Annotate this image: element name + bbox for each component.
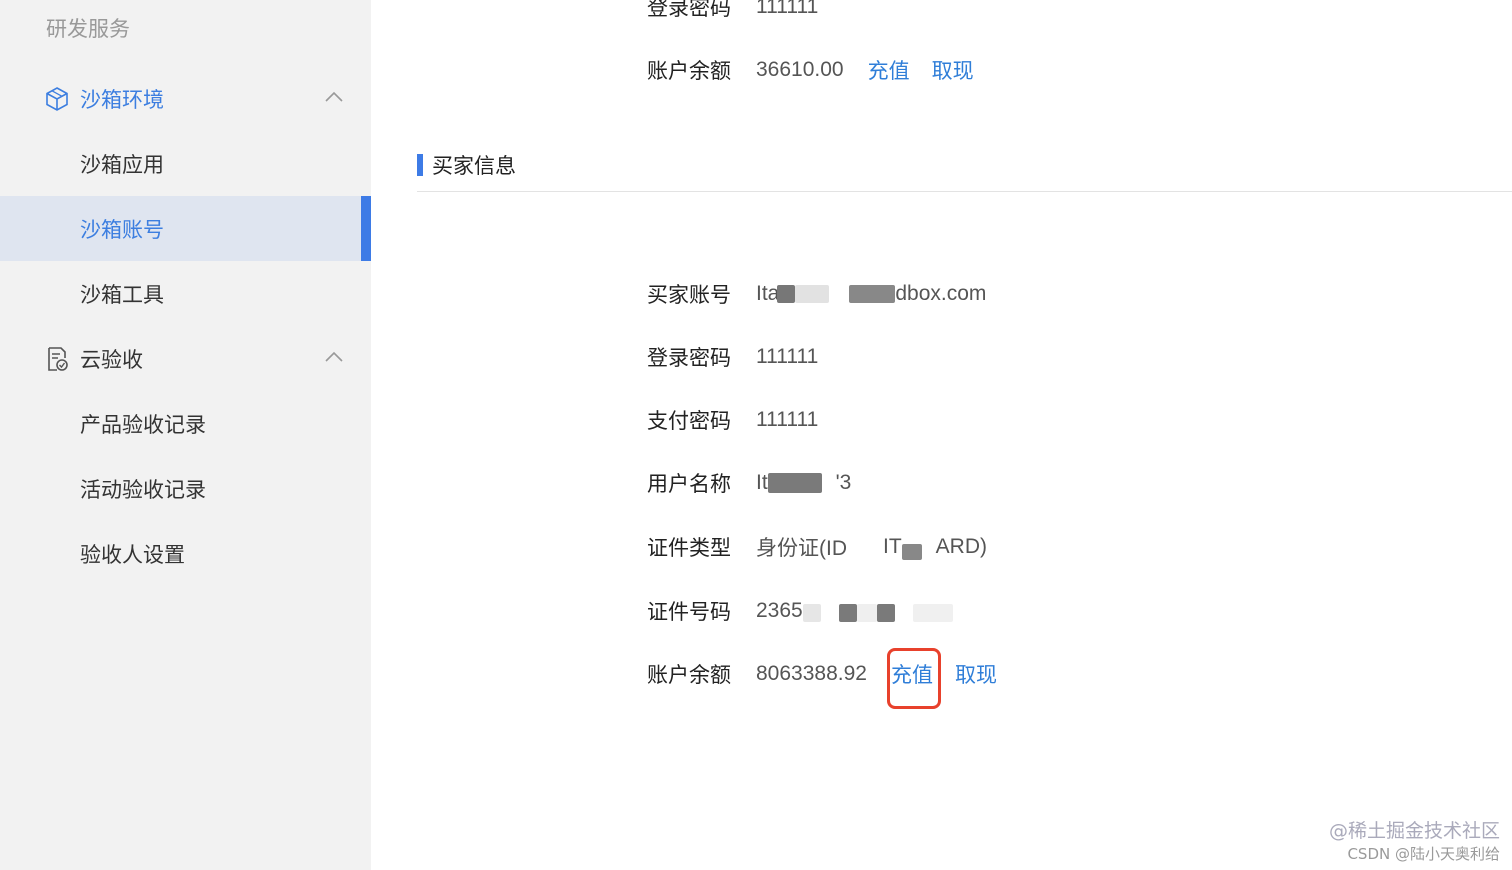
sidebar-item-label: 沙箱账号 (80, 217, 164, 242)
redacted-gap (894, 602, 913, 620)
sidebar-group-label: 云验收 (80, 347, 143, 372)
sidebar-item-acceptor-settings[interactable]: 验收人设置 (0, 521, 371, 586)
seller-login-password-row: 登录密码 111111 (647, 0, 818, 27)
field-value-end: dbox.com (895, 282, 987, 305)
field-label: 账户余额 (647, 663, 731, 687)
sidebar-item-sandbox-accounts[interactable]: 沙箱账号 (0, 196, 371, 261)
redacted-block (802, 604, 821, 622)
sidebar-section-title: 研发服务 (46, 17, 130, 41)
field-value-mid: IT (883, 535, 902, 558)
redacted-block (876, 604, 895, 622)
redacted-gap (921, 537, 936, 557)
field-label: 支付密码 (647, 409, 731, 433)
seller-balance-row: 账户余额 36610.00 充值 取现 (647, 50, 974, 90)
chevron-up-icon[interactable] (325, 91, 343, 103)
redacted-block (901, 544, 922, 560)
buyer-account-row: 买家账号 Ita dbox.com (647, 274, 986, 314)
redacted-gap (829, 285, 850, 303)
field-value: 111111 (756, 0, 819, 18)
watermark-line2: CSDN @陆小天奥利给 (1347, 845, 1500, 863)
redacted-gap (821, 473, 836, 493)
field-value-start: It (756, 471, 768, 494)
sidebar-group-label: 沙箱环境 (80, 87, 164, 112)
watermark: @稀土掘金技术社区 CSDN @陆小天奥利给 (1329, 816, 1500, 864)
field-value-start: Ita (756, 282, 780, 305)
buyer-id-type-row: 证件类型 身份证(ID IT ARD) (647, 527, 987, 567)
field-value-start: 2365 (756, 599, 803, 622)
cube-icon (46, 87, 68, 111)
seller-recharge-link[interactable]: 充值 (868, 55, 910, 85)
field-label: 用户名称 (647, 472, 731, 496)
sidebar-group-cloud-acceptance[interactable]: 云验收 (0, 326, 371, 391)
field-label: 买家账号 (647, 283, 731, 307)
field-value: 111111 (756, 408, 819, 431)
redacted-block (767, 473, 822, 493)
buyer-login-password-row: 登录密码 111111 (647, 337, 818, 377)
sidebar: 研发服务 沙箱环境 沙箱应用 沙箱账号 沙箱工具 云验收 产品验收记录 活动验收… (0, 0, 371, 870)
sidebar-item-label: 产品验收记录 (80, 412, 206, 437)
buyer-username-row: 用户名称 It '3 (647, 463, 851, 503)
field-value: 36610.00 (756, 58, 844, 81)
field-label: 账户余额 (647, 59, 731, 83)
field-value-end: '3 (835, 471, 852, 494)
sidebar-item-label: 沙箱应用 (80, 152, 164, 177)
field-value: 8063388.92 (756, 662, 867, 685)
sidebar-item-activity-acceptance[interactable]: 活动验收记录 (0, 456, 371, 521)
sidebar-group-sandbox[interactable]: 沙箱环境 (0, 66, 371, 131)
highlight-box (887, 648, 941, 709)
section-marker (417, 154, 423, 176)
field-label: 证件类型 (647, 536, 731, 560)
field-label: 登录密码 (647, 0, 731, 20)
sidebar-item-label: 验收人设置 (80, 542, 185, 567)
redacted-block (856, 604, 877, 622)
active-indicator (361, 196, 371, 261)
field-value: 111111 (756, 345, 819, 368)
sidebar-item-sandbox-apps[interactable]: 沙箱应用 (0, 131, 371, 196)
redacted-block (912, 604, 953, 622)
section-title: 买家信息 (432, 154, 516, 178)
main-content: 登录密码 111111 账户余额 36610.00 充值 取现 买家信息 买家账… (371, 0, 1512, 870)
field-value-end: ARD) (935, 535, 988, 558)
seller-withdraw-link[interactable]: 取现 (932, 55, 974, 85)
redacted-block (838, 604, 857, 622)
section-divider (417, 191, 1512, 192)
sidebar-item-product-acceptance[interactable]: 产品验收记录 (0, 391, 371, 456)
buyer-balance-row: 账户余额 8063388.92 充值 取现 (647, 654, 997, 694)
chevron-up-icon[interactable] (325, 351, 343, 363)
document-check-icon (48, 347, 68, 371)
redacted-block (849, 285, 896, 303)
sidebar-item-sandbox-tools[interactable]: 沙箱工具 (0, 261, 371, 326)
field-label: 证件号码 (647, 600, 731, 624)
redacted-block (795, 285, 830, 303)
redacted-gap (847, 537, 883, 557)
buyer-pay-password-row: 支付密码 111111 (647, 400, 818, 440)
watermark-line1: @稀土掘金技术社区 (1328, 820, 1500, 842)
sidebar-item-label: 活动验收记录 (80, 477, 206, 502)
buyer-section-header: 买家信息 (417, 150, 516, 180)
field-value-start: 身份证(ID (756, 537, 847, 560)
redacted-block (777, 285, 796, 303)
redacted-gap (820, 602, 839, 620)
sidebar-item-label: 沙箱工具 (80, 282, 164, 307)
field-label: 登录密码 (647, 346, 731, 370)
buyer-withdraw-link[interactable]: 取现 (955, 659, 997, 689)
buyer-id-number-row: 证件号码 2365 (647, 591, 953, 631)
